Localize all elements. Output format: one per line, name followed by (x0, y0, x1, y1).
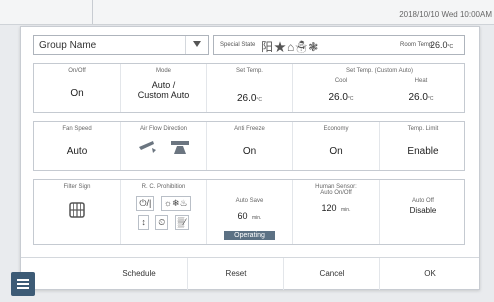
economy-label: Economy (323, 126, 349, 132)
top-bar-divider (92, 0, 93, 24)
menu-button[interactable] (11, 272, 35, 296)
onoff-cell[interactable]: On/Off On (34, 64, 120, 112)
mode-label: Mode (155, 68, 171, 74)
filter-prohibit-icon: ▒⁄ (174, 215, 189, 230)
set-temp-custom-cell[interactable]: Set Temp. (Custom Auto) Cool 26.0°C Heat… (292, 64, 466, 112)
human-sensor-sub-label: Auto On/Off (320, 190, 352, 196)
onoff-label: On/Off (68, 68, 86, 74)
onoff-prohibit-icon: ⏻/| (136, 196, 155, 211)
economy-cell[interactable]: Economy On (292, 122, 379, 170)
cancel-button[interactable]: Cancel (283, 258, 380, 290)
set-temp-value: 26.0°C (236, 93, 263, 104)
special-state-panel: Special State 阳★⌂☃❃ Room Temp. 26.0°C (213, 35, 465, 55)
air-flow-icons (121, 138, 206, 156)
auto-save-label: Auto Save (235, 198, 264, 204)
economy-value: On (329, 146, 343, 157)
onoff-value: On (70, 88, 84, 99)
air-flow-cell[interactable]: Air Flow Direction (120, 122, 206, 170)
hamburger-icon (17, 279, 29, 281)
air-flow-label: Air Flow Direction (139, 126, 187, 132)
cool-value: 26.0°C (328, 92, 354, 103)
mode-cell[interactable]: Mode Auto / Custom Auto (120, 64, 206, 112)
timer-prohibit-icon: ⏲ (155, 215, 169, 230)
fan-speed-value: Auto (66, 146, 88, 157)
chevron-down-icon[interactable] (185, 36, 208, 54)
temp-limit-label: Temp. Limit (407, 126, 439, 132)
set-temp-label: Set Temp. (236, 68, 263, 74)
anti-freeze-label: Anti Freeze (234, 126, 265, 132)
ok-button[interactable]: OK (379, 258, 480, 290)
settings-row-1: On/Off On Mode Auto / Custom Auto Set Te… (33, 63, 465, 113)
rc-prohibition-icons-bottom: ↕ ⏲ ▒⁄ (121, 212, 206, 231)
temp-limit-value: Enable (407, 146, 439, 157)
fan-speed-cell[interactable]: Fan Speed Auto (34, 122, 120, 170)
auto-save-cell[interactable]: Auto Save 60 min. Operating (206, 180, 292, 244)
schedule-button[interactable]: Schedule (91, 258, 187, 290)
top-bar: 2018/10/10 Wed 10:00AM (0, 0, 494, 25)
rc-prohibition-cell[interactable]: R. C. Prohibition ⏻/| ☼❄♨ ↕ ⏲ ▒⁄ (120, 180, 206, 244)
vane-swing-icon (139, 141, 157, 153)
group-name-select[interactable]: Group Name (33, 35, 209, 55)
dialog-footer: Schedule Reset Cancel OK (21, 257, 479, 290)
rc-prohibition-label: R. C. Prohibition (141, 184, 186, 190)
auto-save-value: 60 min. (237, 211, 262, 221)
mode-value: Auto / Custom Auto (137, 80, 190, 100)
operating-status-badge: Operating (224, 231, 275, 240)
heat-block: Heat 26.0°C (391, 78, 451, 105)
settings-row-3: Filter Sign R. C. Prohibition ⏻/| ☼❄♨ ↕ … (33, 179, 465, 245)
anti-freeze-value: On (242, 146, 257, 157)
auto-off-value: Disable (409, 206, 437, 215)
cool-block: Cool 26.0°C (311, 78, 371, 105)
filter-sign-label: Filter Sign (63, 184, 91, 190)
vane-louver-icon (170, 141, 189, 154)
room-temp-label: Room Temp. (400, 42, 434, 48)
anti-freeze-cell[interactable]: Anti Freeze On (206, 122, 292, 170)
special-state-icons: 阳★⌂☃❃ (261, 40, 320, 54)
cool-label: Cool (334, 78, 348, 84)
heat-value: 26.0°C (408, 92, 434, 103)
filter-sign-cell[interactable]: Filter Sign (34, 180, 120, 244)
dialog-header: Group Name Special State 阳★⌂☃❃ Room Temp… (33, 35, 465, 55)
fan-speed-label: Fan Speed (62, 126, 92, 132)
room-temp-value: 26.0°C (430, 40, 454, 50)
filter-icon (69, 202, 85, 218)
temp-limit-cell[interactable]: Temp. Limit Enable (379, 122, 466, 170)
auto-off-label: Auto Off (412, 198, 434, 204)
human-sensor-cell[interactable]: Human Sensor: Auto On/Off 120 min. (292, 180, 379, 244)
special-state-label: Special State (220, 42, 256, 48)
mode-prohibit-icon: ☼❄♨ (160, 196, 191, 211)
auto-off-cell[interactable]: Auto Off Disable (379, 180, 466, 244)
heat-label: Heat (414, 78, 428, 84)
set-temp-custom-label: Set Temp. (Custom Auto) (346, 68, 413, 74)
group-name-value: Group Name (39, 40, 97, 51)
reset-button[interactable]: Reset (187, 258, 284, 290)
human-sensor-value: 120 min. (321, 203, 351, 213)
settings-row-2: Fan Speed Auto Air Flow Direction Anti F… (33, 121, 465, 171)
datetime-display: 2018/10/10 Wed 10:00AM (399, 10, 492, 19)
group-settings-dialog: Group Name Special State 阳★⌂☃❃ Room Temp… (20, 26, 480, 290)
temp-prohibit-icon: ↕ (138, 215, 149, 230)
set-temp-cell[interactable]: Set Temp. 26.0°C (206, 64, 292, 112)
rc-prohibition-icons-top: ⏻/| ☼❄♨ (121, 193, 206, 212)
